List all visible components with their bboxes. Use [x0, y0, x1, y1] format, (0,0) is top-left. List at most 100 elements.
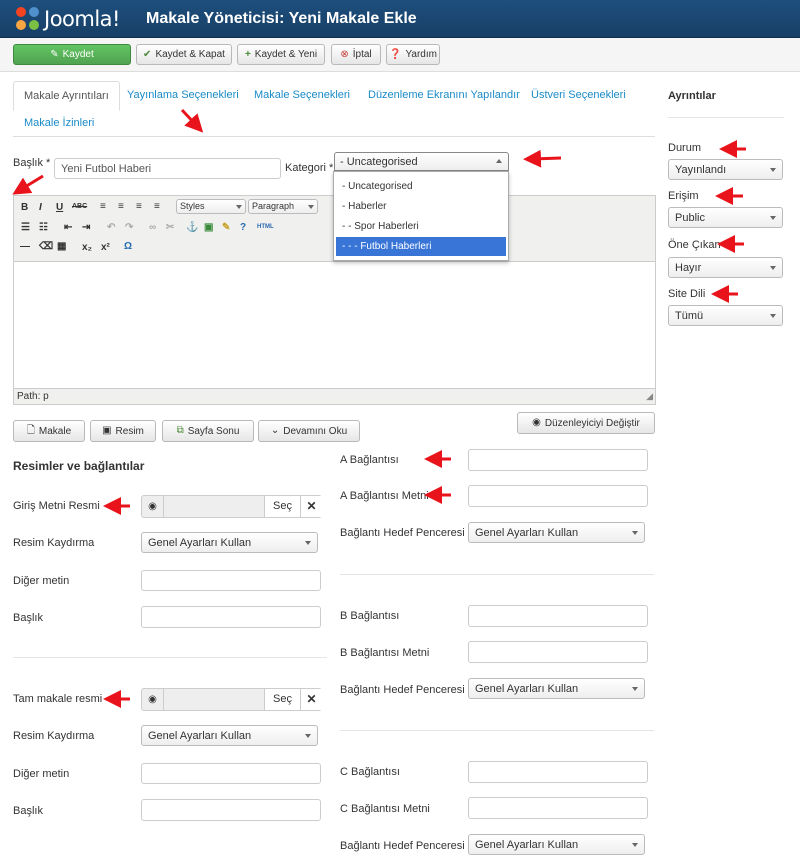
intro-image-select-button[interactable]: Seç	[264, 496, 300, 517]
eraser-icon[interactable]: ⌫	[39, 241, 53, 252]
intro-image-clear-button[interactable]: ✕	[300, 496, 322, 517]
numbered-list-icon[interactable]: ☷	[39, 222, 48, 233]
intro-caption-input[interactable]	[141, 606, 321, 628]
resize-handle-icon[interactable]: ◢	[646, 391, 653, 402]
special-char-icon[interactable]: Ω	[124, 241, 132, 252]
chevron-down-icon	[305, 541, 311, 545]
horizontal-rule-icon[interactable]: —	[20, 241, 30, 252]
readmore-label: Devamını Oku	[283, 425, 348, 437]
subscript-icon[interactable]: x₂	[82, 242, 92, 253]
question-icon: ❓	[389, 48, 402, 60]
bullet-list-icon[interactable]: ☰	[21, 222, 30, 233]
link-c-text-input[interactable]	[468, 797, 648, 819]
undo-icon[interactable]: ↶	[107, 222, 115, 233]
full-caption-input[interactable]	[141, 799, 321, 821]
link-c-target-select[interactable]: Genel Ayarları Kullan	[468, 834, 645, 855]
tab-article-details[interactable]: Makale Ayrıntıları	[13, 81, 120, 111]
link-b-text-input[interactable]	[468, 641, 648, 663]
language-label: Site Dili	[668, 288, 706, 300]
html-icon[interactable]: HTML	[257, 224, 274, 230]
underline-icon[interactable]: U	[56, 202, 63, 213]
article-button[interactable]: 🗋 Makale	[13, 420, 85, 442]
tab-metadata-options[interactable]: Üstveri Seçenekleri	[531, 89, 626, 101]
readmore-button[interactable]: ⌄ Devamını Oku	[258, 420, 360, 442]
superscript-icon[interactable]: x²	[101, 242, 110, 253]
bold-icon[interactable]: B	[21, 202, 28, 213]
eye-icon: ◉	[532, 417, 541, 428]
category-select[interactable]: - Uncategorised	[334, 152, 509, 171]
divider	[668, 117, 784, 118]
link-a-target-value: Genel Ayarları Kullan	[475, 527, 579, 539]
language-value: Tümü	[675, 310, 704, 322]
chevron-down-icon	[770, 266, 776, 270]
help-icon[interactable]: ?	[240, 222, 246, 233]
save-button[interactable]: ✎ Kaydet	[13, 44, 131, 65]
intro-alt-input[interactable]	[141, 570, 321, 591]
full-float-label: Resim Kaydırma	[13, 730, 95, 742]
save-close-button[interactable]: ✔ Kaydet & Kapat	[136, 44, 232, 65]
cleanup-icon[interactable]: ✎	[222, 222, 230, 233]
redo-icon[interactable]: ↷	[125, 222, 133, 233]
link-a-text-input[interactable]	[468, 485, 648, 507]
tab-publishing-options[interactable]: Yayınlama Seçenekleri	[127, 89, 239, 101]
help-button[interactable]: ❓ Yardım	[386, 44, 440, 65]
full-alt-input[interactable]	[141, 763, 321, 784]
link-b-target-select[interactable]: Genel Ayarları Kullan	[468, 678, 645, 699]
anchor-icon[interactable]: ⚓	[186, 222, 198, 233]
full-image-clear-button[interactable]: ✕	[300, 689, 322, 710]
status-select[interactable]: Yayınlandı	[668, 159, 783, 180]
image-icon[interactable]: ▣	[204, 222, 213, 233]
save-new-button[interactable]: + Kaydet & Yeni	[237, 44, 325, 65]
outdent-icon[interactable]: ⇤	[64, 222, 72, 233]
image-button[interactable]: ▣ Resim	[90, 420, 156, 442]
save-close-label: Kaydet & Kapat	[155, 49, 225, 60]
full-float-select[interactable]: Genel Ayarları Kullan	[141, 725, 318, 746]
full-image-select-button[interactable]: Seç	[264, 689, 300, 710]
category-option-selected[interactable]: - - - Futbol Haberleri	[336, 237, 506, 256]
category-option[interactable]: - Haberler	[336, 197, 506, 216]
link-c-input[interactable]	[468, 761, 648, 783]
featured-select[interactable]: Hayır	[668, 257, 783, 278]
access-select[interactable]: Public	[668, 207, 783, 228]
align-center-icon[interactable]: ≡	[118, 201, 124, 212]
access-value: Public	[675, 212, 705, 224]
eye-icon[interactable]: ◉	[142, 496, 164, 517]
tab-configure-edit-screen[interactable]: Düzenleme Ekranını Yapılandır	[368, 89, 520, 101]
cancel-label: İptal	[352, 49, 372, 60]
divider	[340, 730, 654, 731]
justify-icon[interactable]: ≡	[154, 201, 160, 212]
link-a-target-select[interactable]: Genel Ayarları Kullan	[468, 522, 645, 543]
title-input[interactable]: Yeni Futbol Haberi	[54, 158, 281, 179]
save-label: Kaydet	[62, 49, 94, 60]
format-select[interactable]: Paragraph	[248, 199, 318, 214]
joomla-logo-icon	[16, 7, 40, 31]
category-option[interactable]: - Uncategorised	[336, 177, 506, 196]
link-a-text-label: A Bağlantısı Metni	[340, 490, 429, 502]
tab-article-options[interactable]: Makale Seçenekleri	[254, 89, 350, 101]
sidebar-heading: Ayrıntılar	[668, 90, 716, 102]
styles-select[interactable]: Styles	[176, 199, 246, 214]
intro-image-field: ◉ Seç ✕	[141, 495, 322, 518]
editor-content-area[interactable]	[14, 262, 655, 388]
align-right-icon[interactable]: ≡	[136, 201, 142, 212]
align-left-icon[interactable]: ≡	[100, 201, 106, 212]
link-icon[interactable]: ∞	[149, 222, 156, 233]
pagebreak-button[interactable]: ⧉ Sayfa Sonu	[162, 420, 254, 442]
joomla-logo[interactable]: Joomla!	[16, 6, 120, 32]
intro-float-select[interactable]: Genel Ayarları Kullan	[141, 532, 318, 553]
table-icon[interactable]: ▦	[57, 241, 66, 252]
toggle-editor-button[interactable]: ◉ Düzenleyiciyi Değiştir	[517, 412, 655, 434]
images-heading: Resimler ve bağlantılar	[13, 459, 145, 473]
italic-icon[interactable]: I	[39, 202, 42, 213]
category-option[interactable]: - - Spor Haberleri	[336, 217, 506, 236]
language-select[interactable]: Tümü	[668, 305, 783, 326]
eye-icon[interactable]: ◉	[142, 689, 164, 710]
link-b-input[interactable]	[468, 605, 648, 627]
tab-article-permissions[interactable]: Makale İzinleri	[24, 117, 94, 129]
unlink-icon[interactable]: ✂	[166, 222, 174, 233]
strikethrough-icon[interactable]: ABC	[72, 203, 87, 210]
cancel-button[interactable]: ⊗ İptal	[331, 44, 381, 65]
indent-icon[interactable]: ⇥	[82, 222, 90, 233]
chevron-down-icon	[632, 843, 638, 847]
link-a-input[interactable]	[468, 449, 648, 471]
